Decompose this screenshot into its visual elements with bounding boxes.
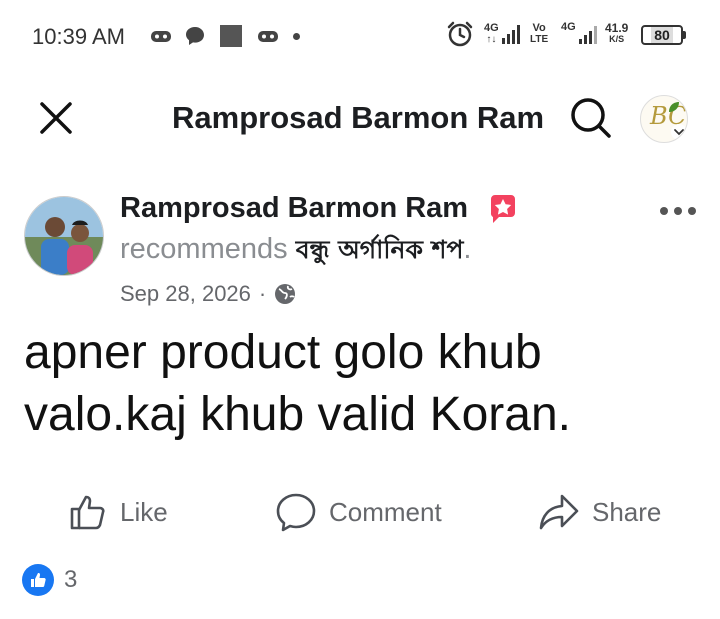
comment-button[interactable]: Comment xyxy=(275,488,442,536)
share-button[interactable]: Share xyxy=(538,488,661,536)
comment-bubble-icon xyxy=(276,493,316,532)
gamepad-icon xyxy=(257,24,279,48)
gamepad-icon xyxy=(150,24,172,48)
more-dot xyxy=(688,207,696,215)
like-reaction-icon xyxy=(22,564,54,596)
author-name[interactable]: Ramprosad Barmon Ram xyxy=(120,192,468,225)
like-label: Like xyxy=(120,496,168,527)
globe-icon xyxy=(275,284,296,304)
recommend-badge xyxy=(487,193,519,225)
close-button[interactable] xyxy=(36,98,76,138)
recommend-suffix: . xyxy=(463,233,472,265)
avatar-photo xyxy=(25,197,103,275)
volte-bottom: LTE xyxy=(530,34,549,45)
speed-unit: K/S xyxy=(609,34,625,44)
signal-sim1-icon: 4G ↑↓ xyxy=(484,22,520,46)
recommend-verb: recommends xyxy=(120,233,288,265)
volte-top: Vo xyxy=(532,22,546,34)
star-recommend-icon xyxy=(490,195,515,223)
signal-sim2-icon: 4G xyxy=(561,22,597,46)
more-options-button[interactable] xyxy=(660,204,700,218)
sim1-network-label: 4G xyxy=(484,22,499,34)
post-date[interactable]: Sep 28, 2026 xyxy=(120,281,251,307)
more-dot xyxy=(674,207,682,215)
network-speed: 41.9 K/S xyxy=(605,22,628,46)
close-icon xyxy=(40,102,72,134)
reaction-count: 3 xyxy=(64,566,78,593)
volte-icon: Vo LTE xyxy=(530,22,548,46)
recommendation-line: recommends বন্ধু অর্গানিক শপ. xyxy=(120,230,471,273)
post-meta: Sep 28, 2026 · xyxy=(120,281,296,307)
square-icon xyxy=(220,24,242,48)
speed-value: 41.9 xyxy=(605,21,629,35)
battery-icon: 80 xyxy=(641,25,683,45)
account-switcher xyxy=(671,124,687,140)
battery-level: 80 xyxy=(651,27,673,43)
meta-separator: · xyxy=(258,281,267,306)
page-profile-avatar[interactable]: BC xyxy=(640,95,688,143)
search-icon xyxy=(571,98,611,138)
share-arrow-icon xyxy=(539,494,579,530)
chat-bubble-icon xyxy=(184,24,206,48)
share-label: Share xyxy=(592,496,662,527)
sim1-data-arrows: ↑↓ xyxy=(486,34,497,45)
sim2-network-label: 4G xyxy=(561,21,576,33)
dot-icon xyxy=(293,24,300,48)
author-avatar[interactable] xyxy=(24,196,104,276)
battery-tip xyxy=(683,31,686,39)
status-time: 10:39 AM xyxy=(32,24,125,49)
reactions-summary[interactable]: 3 xyxy=(22,564,77,596)
alarm-icon xyxy=(446,21,474,47)
like-button[interactable]: Like xyxy=(68,488,168,536)
recommended-page-link[interactable]: বন্ধু অর্গানিক শপ xyxy=(296,235,464,264)
leaf-icon xyxy=(669,102,679,112)
thumbs-up-icon xyxy=(31,573,46,587)
header-title: Ramprosad Barmon Ram xyxy=(172,100,545,135)
search-button[interactable] xyxy=(566,94,614,142)
more-dot xyxy=(660,207,668,215)
comment-label: Comment xyxy=(329,496,442,527)
thumbs-up-icon xyxy=(70,495,105,530)
chevron-down-icon xyxy=(674,129,684,136)
post-text: apner product golo khub valo.kaj khub va… xyxy=(24,326,571,441)
